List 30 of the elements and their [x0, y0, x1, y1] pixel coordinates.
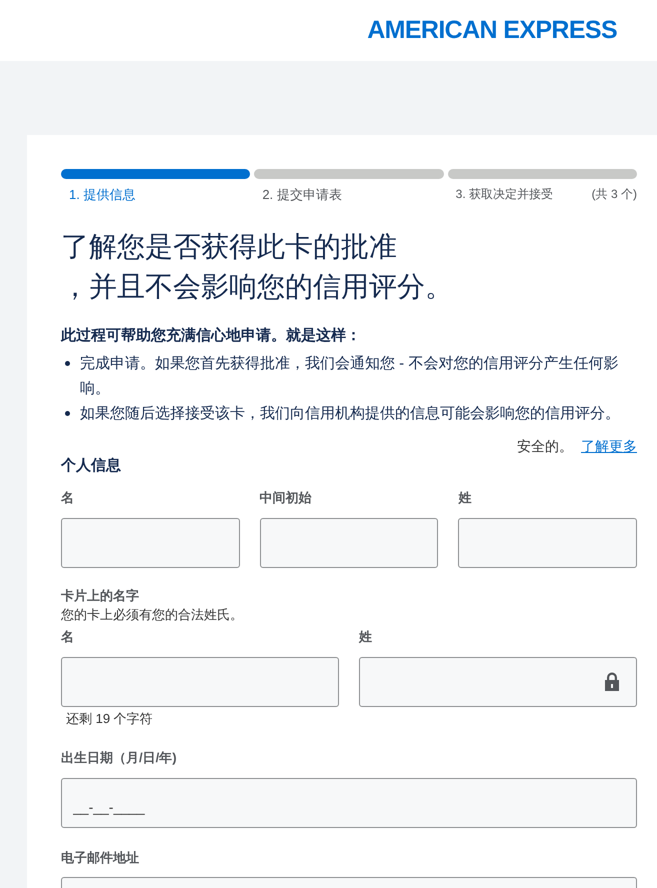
step-label: 3. 获取决定并接受 — [456, 186, 553, 203]
bullet-text: 完成申请。如果您首先获得批准，我们会通知您 - 不会对您的信用评分产生任何影响。 — [80, 354, 620, 399]
text-field[interactable] — [61, 518, 240, 568]
intro-title: 此过程可帮助您充满信心地申请。就是这样： — [61, 326, 362, 346]
learn-more-link[interactable]: 了解更多 — [581, 436, 637, 457]
section-title: 卡片上的名字 — [61, 586, 140, 604]
field-label: 出生日期（月/日/年) — [61, 749, 178, 767]
step-label: 1. 提供信息 — [69, 186, 136, 204]
field-label: 姓 — [458, 488, 472, 506]
field-label: 中间初始 — [260, 488, 313, 506]
lock-icon — [604, 672, 620, 692]
bullet-icon — [65, 411, 70, 416]
text-field[interactable] — [61, 656, 339, 706]
text-field[interactable] — [260, 518, 438, 568]
field-label: 姓 — [359, 628, 373, 646]
bullet-icon — [65, 361, 70, 366]
character-counter: 还剩 19 个字符 — [65, 710, 154, 728]
field-label: 名 — [61, 488, 75, 506]
security-text: 安全的。 — [517, 437, 573, 456]
step-count: (共 3 个) — [592, 186, 637, 203]
text-field[interactable] — [458, 518, 638, 568]
field-label: 名 — [61, 628, 75, 646]
page-heading: 了解您是否获得此卡的批准 ，并且不会影响您的信用评分。 — [61, 230, 454, 304]
field-label: 电子邮件地址 — [61, 848, 140, 866]
bullet-text: 如果您随后选择接受该卡，我们向信用机构提供的信息可能会影响您的信用评分。 — [80, 404, 620, 424]
date-field[interactable]: __-__-____ — [61, 778, 637, 828]
text-field[interactable] — [359, 656, 637, 706]
section-title: 个人信息 — [61, 456, 122, 476]
step-label: 2. 提交申请表 — [262, 186, 342, 204]
hint-text: 您的卡上必须有您的合法姓氏。 — [61, 606, 244, 624]
